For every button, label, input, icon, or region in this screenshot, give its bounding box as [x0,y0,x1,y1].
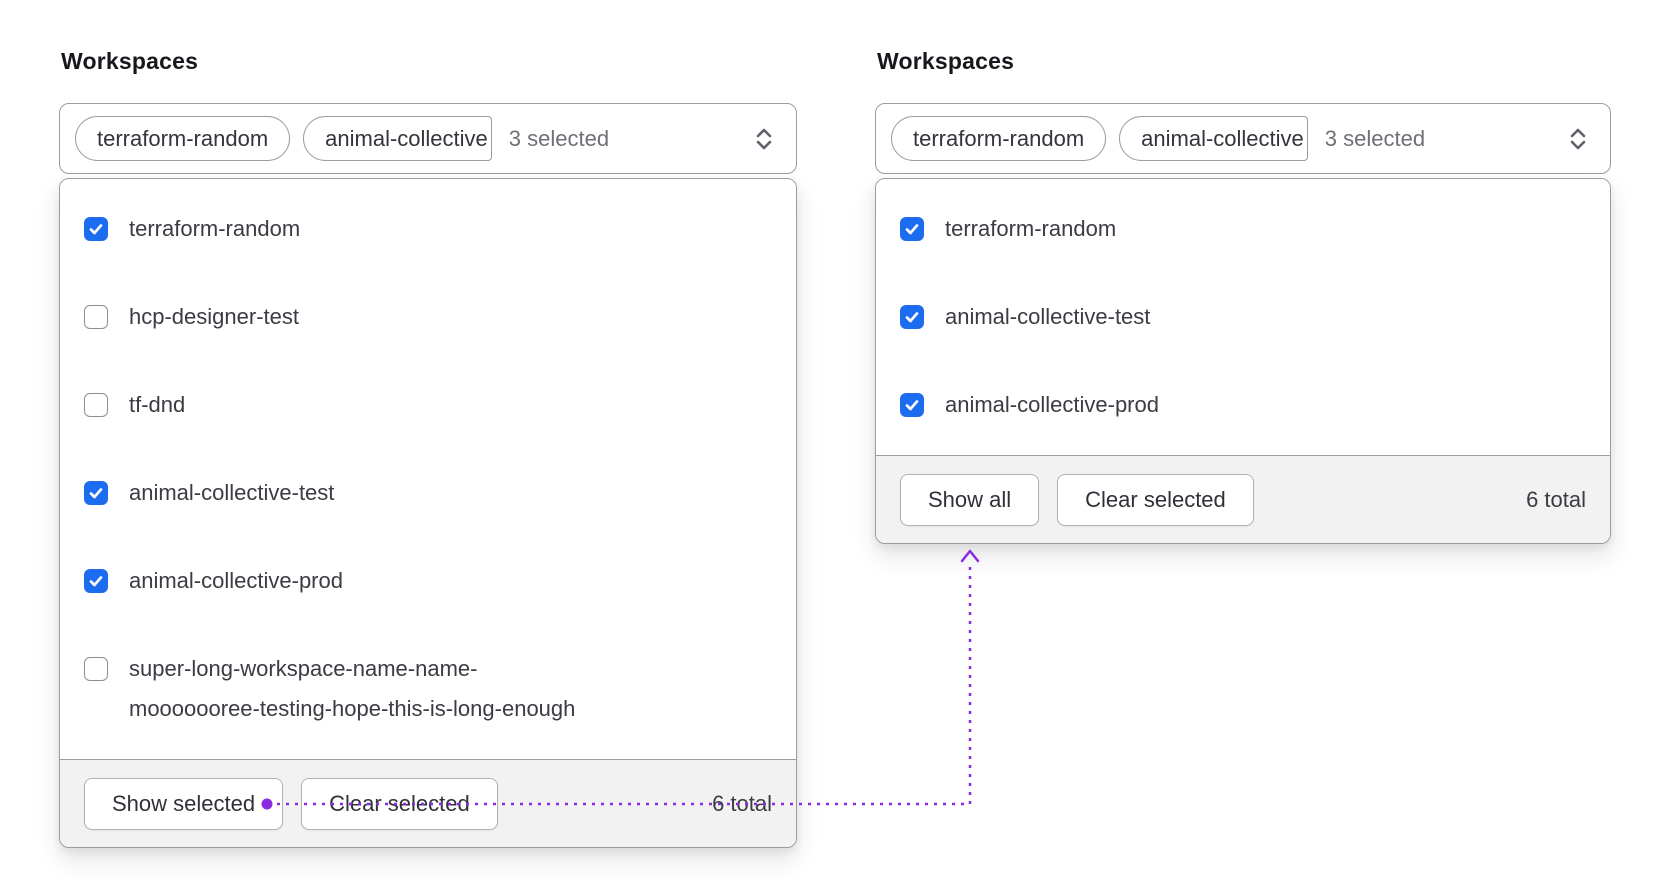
left-workspaces-section: Workspaces terraform-random animal-colle… [59,44,797,848]
clear-selected-button[interactable]: Clear selected [301,777,498,830]
checkbox[interactable] [84,393,108,417]
field-label: Workspaces [61,48,199,74]
dropdown-footer: Show all Clear selected 6 total [876,455,1610,543]
workspace-option[interactable]: animal-collective-prod [876,361,1610,449]
left-dropdown-panel: terraform-random hcp-designer-test tf-dn… [59,178,797,848]
workspace-option[interactable]: animal-collective-test [60,449,796,537]
total-count: 6 total [712,790,772,816]
check-icon [905,400,919,411]
right-workspaces-section: Workspaces terraform-random animal-colle… [875,44,1611,544]
option-label: animal-collective-prod [129,568,343,593]
dropdown-footer: Show selected Clear selected 6 total [60,759,796,847]
checkbox[interactable] [84,657,108,681]
option-label: terraform-random [129,216,301,241]
workspace-option[interactable]: animal-collective-prod [60,537,796,625]
right-dropdown-panel: terraform-random animal-collective-test … [875,178,1611,544]
check-icon [89,224,103,235]
multiselect-trigger[interactable]: terraform-random animal-collective 3 sel… [59,103,797,174]
show-selected-button[interactable]: Show selected [84,777,284,830]
check-icon [89,576,103,587]
selection-count: 3 selected [1324,125,1426,151]
option-label: animal-collective-prod [945,392,1159,417]
unfold-icon [1566,125,1590,153]
checkbox[interactable] [900,217,924,241]
option-label: hcp-designer-test [129,304,299,329]
tag-animal-collective: animal-collective [303,116,492,161]
workspace-option[interactable]: terraform-random [876,185,1610,273]
total-count: 6 total [1526,486,1586,512]
options-list: terraform-random hcp-designer-test tf-dn… [60,179,796,759]
checkbox[interactable] [84,481,108,505]
tag-terraform-random: terraform-random [891,116,1107,161]
option-label: super-long-workspace-name-name- moooooor… [129,656,576,721]
workspace-option[interactable]: terraform-random [60,185,796,273]
show-all-button[interactable]: Show all [900,473,1040,526]
unfold-icon [752,125,776,153]
multiselect-trigger[interactable]: terraform-random animal-collective 3 sel… [875,103,1611,174]
tag-terraform-random: terraform-random [75,116,291,161]
tag-animal-collective: animal-collective [1119,116,1308,161]
workspace-option[interactable]: tf-dnd [60,361,796,449]
checkbox[interactable] [900,305,924,329]
workspace-option[interactable]: animal-collective-test [876,273,1610,361]
check-icon [905,224,919,235]
workspace-option[interactable]: hcp-designer-test [60,273,796,361]
check-icon [905,312,919,323]
checkbox[interactable] [84,569,108,593]
check-icon [89,488,103,499]
checkbox[interactable] [84,305,108,329]
checkbox[interactable] [900,393,924,417]
field-label: Workspaces [877,48,1015,74]
options-list: terraform-random animal-collective-test … [876,179,1610,455]
option-label: animal-collective-test [945,304,1151,329]
selection-count: 3 selected [508,125,610,151]
option-label: tf-dnd [129,392,186,417]
option-label: terraform-random [945,216,1117,241]
clear-selected-button[interactable]: Clear selected [1057,473,1254,526]
workspace-option[interactable]: super-long-workspace-name-name- moooooor… [60,625,796,753]
option-label: animal-collective-test [129,480,335,505]
checkbox[interactable] [84,217,108,241]
